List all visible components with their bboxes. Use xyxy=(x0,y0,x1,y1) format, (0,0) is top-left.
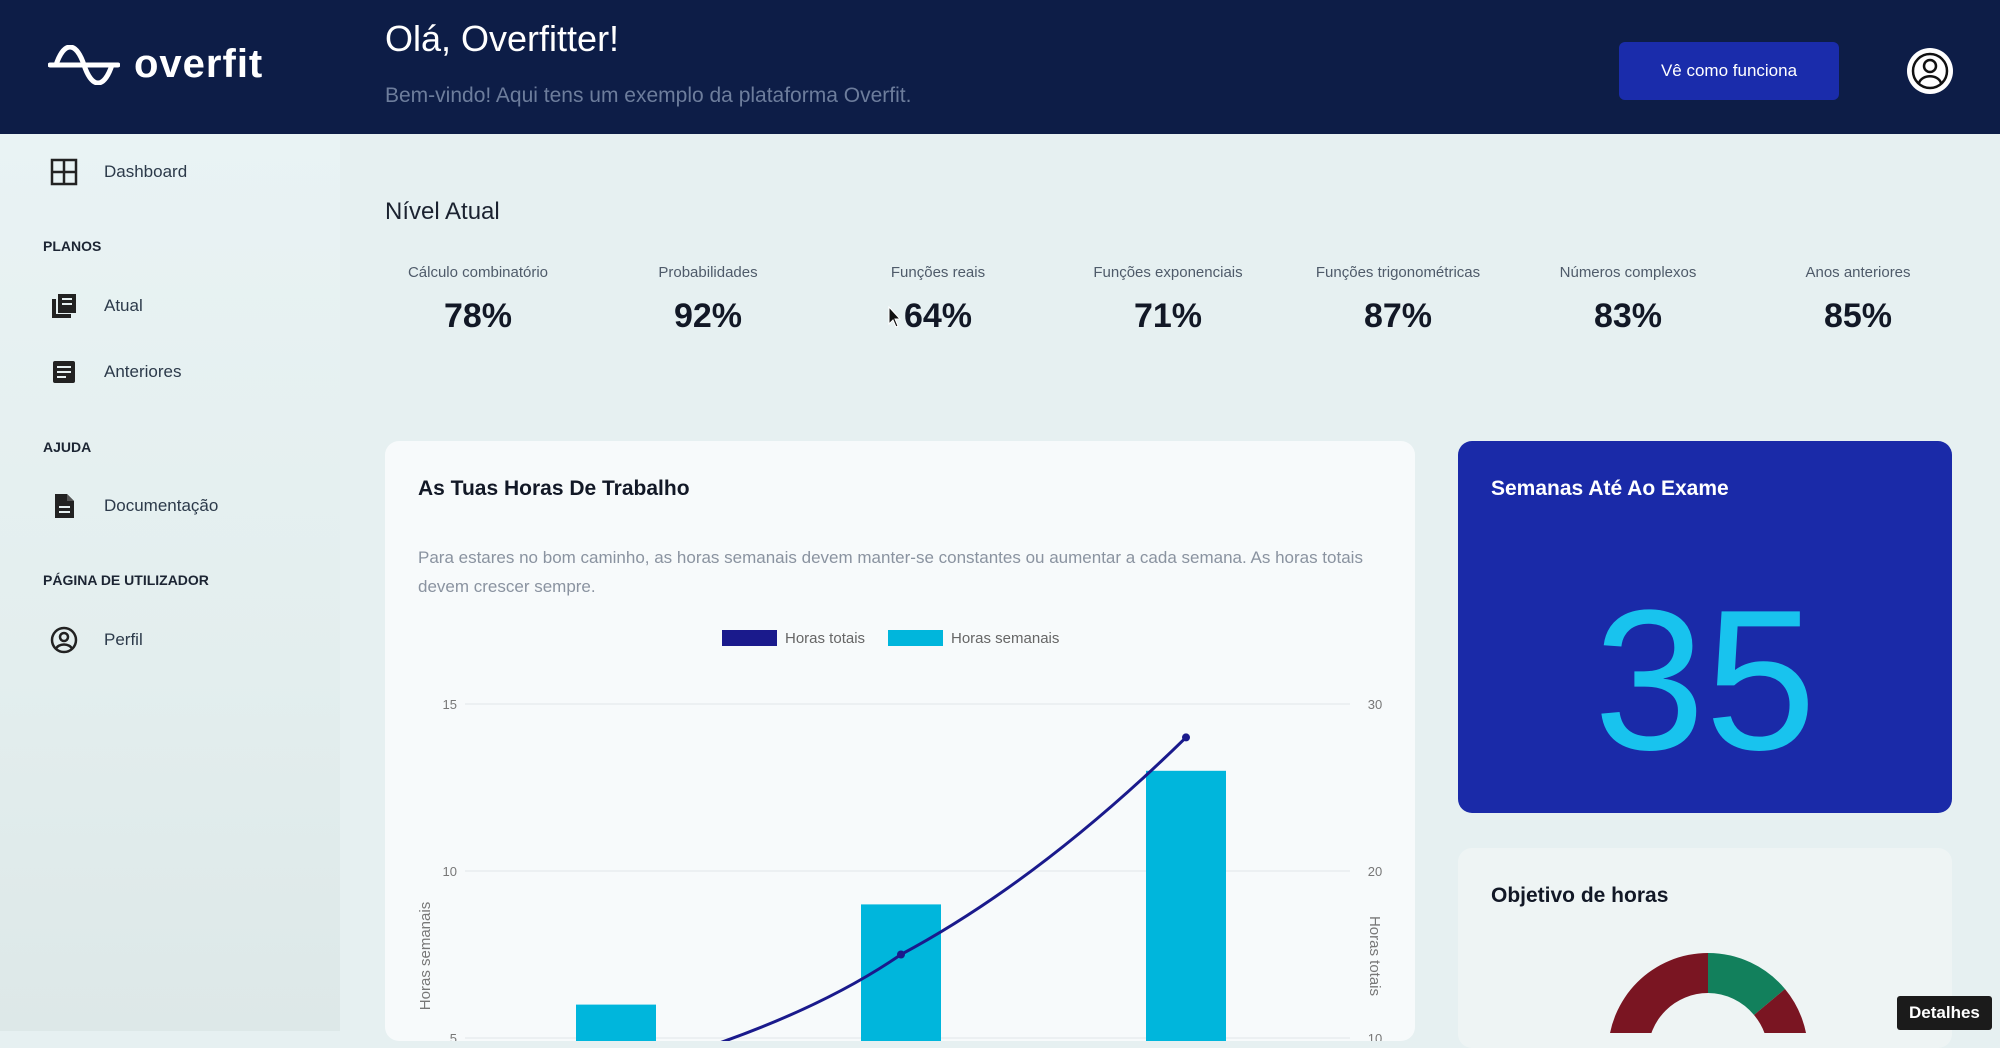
sidebar-item-label: Atual xyxy=(104,296,143,315)
list-document-icon xyxy=(53,361,75,383)
sidebar-item-anteriores[interactable]: Anteriores xyxy=(50,358,181,386)
brand-logo[interactable]: overfit xyxy=(48,42,263,87)
greeting-title: Olá, Overfitter! xyxy=(385,18,620,59)
how-it-works-button[interactable]: Vê como funciona xyxy=(1619,42,1839,100)
account-circle-icon xyxy=(50,626,78,654)
level-stat-value: 71% xyxy=(1133,297,1203,335)
weeks-until-exam-title: Semanas Até Ao Exame xyxy=(1491,477,1729,500)
bar-weekly-hours xyxy=(576,1004,656,1041)
user-avatar-button[interactable] xyxy=(1907,48,1953,94)
weeks-until-exam-card: Semanas Até Ao Exame 35 xyxy=(1458,441,1952,813)
sidebar-item-perfil[interactable]: Perfil xyxy=(50,626,143,654)
section-heading-utilizador: PÁGINA DE UTILIZADOR xyxy=(43,572,209,588)
sidebar-item-label: Documentação xyxy=(104,496,219,515)
sidebar-item-documentacao[interactable]: Documentação xyxy=(50,492,218,520)
sidebar-item-label: Dashboard xyxy=(104,162,188,181)
hours-goal-donut xyxy=(1610,952,1806,1033)
y-axis-title-right: Horas totais xyxy=(1366,916,1383,996)
level-stat: Funções trigonométricas 87% xyxy=(1288,264,1508,336)
sidebar-item-atual[interactable]: Atual xyxy=(50,292,143,320)
hours-goal-card: Objetivo de horas xyxy=(1458,848,1952,1048)
level-stat-value: 87% xyxy=(1363,297,1433,335)
level-stat: Funções reais 64% xyxy=(828,264,1048,336)
details-overlay-button[interactable]: Detalhes xyxy=(1897,996,1992,1030)
legend-label: Horas semanais xyxy=(951,630,1059,647)
level-stat-value: 78% xyxy=(443,297,513,335)
level-stat: Anos anteriores 85% xyxy=(1748,264,1968,336)
y-right-tick-label: 30 xyxy=(1368,697,1382,712)
legend-swatch-total xyxy=(722,630,777,646)
legend-label: Horas totais xyxy=(785,630,865,647)
line-point-total-hours xyxy=(1182,733,1190,742)
bar-weekly-hours xyxy=(1146,770,1226,1041)
y-right-tick-label: 10 xyxy=(1368,1031,1382,1041)
level-section-title: Nível Atual xyxy=(385,198,500,225)
line-point-total-hours xyxy=(897,950,905,959)
document-icon xyxy=(55,494,74,518)
y-left-tick-label: 10 xyxy=(443,864,457,879)
library-books-icon xyxy=(52,294,76,318)
weeks-until-exam-value: 35 xyxy=(1593,569,1817,792)
work-hours-chart: Horas totais Horas semanais 15 10 5 30 20 10 Hor… xyxy=(417,630,1383,1041)
y-left-tick-label: 5 xyxy=(450,1031,457,1041)
level-stat-label: Anos anteriores xyxy=(1805,264,1911,281)
work-hours-description: Para estares no bom caminho, as horas se… xyxy=(418,548,1363,596)
work-hours-title: As Tuas Horas De Trabalho xyxy=(418,477,690,500)
level-stat-label: Probabilidades xyxy=(658,264,758,281)
sidebar-item-label: Anteriores xyxy=(104,362,182,381)
level-stat-value: 83% xyxy=(1593,297,1663,335)
level-stat-value: 92% xyxy=(673,297,743,335)
level-stat-value: 85% xyxy=(1823,297,1893,335)
legend-swatch-weekly xyxy=(888,630,943,646)
level-stat: Números complexos 83% xyxy=(1518,264,1738,336)
level-stat-label: Cálculo combinatório xyxy=(407,264,549,281)
level-stat: Cálculo combinatório 78% xyxy=(368,264,588,336)
level-stat-label: Funções exponenciais xyxy=(1093,264,1243,281)
sidebar: Dashboard PLANOS Atual Anteriores AJUDA … xyxy=(0,134,340,1031)
y-axis-title-left: Horas semanais xyxy=(417,902,434,1010)
wave-logo-icon xyxy=(48,44,120,85)
section-heading-ajuda: AJUDA xyxy=(43,439,92,455)
work-hours-card: As Tuas Horas De Trabalho Para estares n… xyxy=(385,441,1415,1041)
brand-name: overfit xyxy=(134,42,264,86)
section-heading-planos: PLANOS xyxy=(43,238,102,254)
user-icon xyxy=(1911,52,1949,90)
level-stat: Funções exponenciais 71% xyxy=(1058,264,1278,336)
y-left-tick-label: 15 xyxy=(443,697,457,712)
level-stat-label: Números complexos xyxy=(1559,264,1697,281)
grid-icon xyxy=(50,158,78,186)
level-stat: Probabilidades 92% xyxy=(598,264,818,336)
welcome-subtitle: Bem-vindo! Aqui tens um exemplo da plata… xyxy=(385,84,912,107)
top-header: overfit Olá, Overfitter! Bem-vindo! Aqui… xyxy=(0,0,2000,134)
level-stat-value: 64% xyxy=(903,297,973,335)
sidebar-item-dashboard[interactable]: Dashboard xyxy=(50,158,187,186)
mouse-cursor-icon xyxy=(888,306,902,328)
sidebar-item-label: Perfil xyxy=(104,630,143,649)
level-stat-label: Funções reais xyxy=(890,264,986,281)
hours-goal-title: Objetivo de horas xyxy=(1491,884,1669,907)
level-stat-label: Funções trigonométricas xyxy=(1315,264,1481,281)
y-right-tick-label: 20 xyxy=(1368,864,1382,879)
